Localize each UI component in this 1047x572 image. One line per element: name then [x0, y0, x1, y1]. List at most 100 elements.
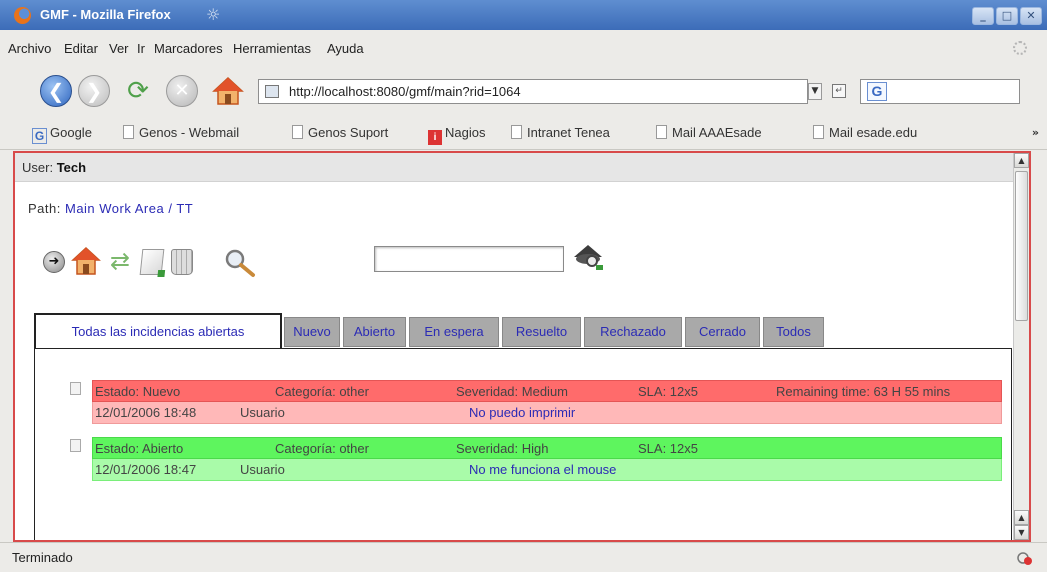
refresh-icon[interactable]: ⇄ — [105, 245, 135, 277]
incident-detail-row[interactable]: 12/01/2006 18:47 Usuario No me funciona … — [92, 459, 1002, 481]
forward-button[interactable]: ❯ — [78, 75, 110, 107]
bookmark-label: Mail esade.edu — [829, 125, 918, 140]
bookmark-intranet-tenea[interactable]: Intranet Tenea — [511, 125, 610, 140]
bookmark-page-icon — [123, 125, 134, 139]
advanced-search-icon[interactable] — [570, 239, 606, 273]
incident-subject-link[interactable]: No me funciona el mouse — [469, 459, 616, 480]
document-icon — [70, 382, 81, 395]
incident-subject-link[interactable]: No puedo imprimir — [469, 402, 575, 423]
menu-marcadores[interactable]: Marcadores — [154, 41, 223, 56]
incident-user: Usuario — [240, 462, 285, 477]
tab-rechazado[interactable]: Rechazado — [584, 317, 682, 347]
bookmark-mail-esade[interactable]: Mail esade.edu — [813, 125, 917, 140]
window-title: GMF - Mozilla Firefox — [40, 7, 171, 22]
path-label: Path: — [28, 201, 61, 216]
security-icon[interactable] — [1017, 550, 1033, 566]
home-icon — [212, 76, 244, 105]
user-bar: User: Tech — [15, 153, 1029, 182]
home-button[interactable] — [212, 75, 244, 107]
back-button[interactable]: ❮ — [40, 75, 72, 107]
web-search-box[interactable]: G — [860, 79, 1020, 104]
incident-category: Categoría: other — [275, 384, 369, 399]
new-document-icon[interactable] — [139, 249, 165, 275]
incident-header-row[interactable]: Estado: Nuevo Categoría: other Severidad… — [92, 380, 1002, 402]
url-dropdown-button[interactable]: ▼ — [808, 83, 822, 100]
go-arrow-icon[interactable]: ➜ — [43, 251, 65, 273]
bookmarks-toolbar: G Google Genos - Webmail Genos Suport i Na… — [0, 116, 1047, 150]
status-text: Terminado — [12, 550, 73, 565]
bookmark-label: Nagios — [445, 125, 486, 140]
trash-icon[interactable] — [171, 249, 193, 275]
incident-detail-row[interactable]: 12/01/2006 18:48 Usuario No puedo imprim… — [92, 402, 1002, 424]
status-bar: Terminado — [0, 542, 1047, 572]
incident-header-row[interactable]: Estado: Abierto Categoría: other Severid… — [92, 437, 1002, 459]
bookmark-mail-aaaesade[interactable]: Mail AAAEsade — [656, 125, 762, 140]
tab-en-espera[interactable]: En espera — [409, 317, 499, 347]
bookmark-page-icon — [656, 125, 667, 139]
tab-nuevo[interactable]: Nuevo — [284, 317, 340, 347]
menu-editar[interactable]: Editar — [64, 41, 98, 56]
user-label: User: — [22, 160, 54, 175]
menu-ir[interactable]: Ir — [137, 41, 145, 56]
browser-window: GMF - Mozilla Firefox ☼ _ □ ✕ Archivo Ed… — [0, 0, 1047, 572]
incident-sla: SLA: 12x5 — [638, 384, 698, 399]
bookmark-label: Google — [50, 125, 92, 140]
incident-user: Usuario — [240, 405, 285, 420]
incident-list-panel: Estado: Nuevo Categoría: other Severidad… — [34, 348, 1012, 540]
bookmark-label: Intranet Tenea — [527, 125, 610, 140]
bookmark-page-icon — [813, 125, 824, 139]
go-icon[interactable]: ↵ — [832, 84, 846, 98]
reload-button[interactable]: ⟳ — [122, 75, 154, 107]
menu-archivo[interactable]: Archivo — [8, 41, 51, 56]
maximize-button[interactable]: □ — [996, 7, 1018, 25]
tab-resuelto[interactable]: Resuelto — [502, 317, 581, 347]
vertical-scrollbar[interactable]: ▲ ▲ ▼ — [1013, 153, 1029, 540]
incident-severity: Severidad: Medium — [456, 384, 568, 399]
google-icon: G — [32, 128, 47, 144]
incident-date: 12/01/2006 18:48 — [95, 405, 197, 420]
url-text[interactable]: http://localhost:8080/gmf/main?rid=1064 — [289, 84, 521, 99]
menu-ver[interactable]: Ver — [109, 41, 129, 56]
tab-cerrado[interactable]: Cerrado — [685, 317, 760, 347]
breadcrumb: Path: Main Work Area / TT — [28, 201, 193, 216]
scrollbar-thumb[interactable] — [1015, 171, 1028, 321]
incident-date: 12/01/2006 18:47 — [95, 462, 197, 477]
url-bar[interactable]: http://localhost:8080/gmf/main?rid=1064 — [258, 79, 808, 104]
scroll-up-button-lower[interactable]: ▲ — [1014, 510, 1029, 525]
stop-button[interactable]: ✕ — [166, 75, 198, 107]
menu-ayuda[interactable]: Ayuda — [327, 41, 364, 56]
bookmark-genos-suport[interactable]: Genos Suport — [292, 125, 388, 140]
search-icon[interactable] — [223, 247, 257, 279]
bookmarks-overflow-icon[interactable]: » — [1032, 126, 1039, 139]
tab-todos[interactable]: Todos — [763, 317, 824, 347]
scroll-down-button[interactable]: ▼ — [1014, 525, 1029, 540]
title-swirl-icon: ☼ — [206, 5, 221, 24]
tab-abierto[interactable]: Abierto — [343, 317, 406, 347]
bookmark-label: Genos - Webmail — [139, 125, 240, 140]
incident-status: Estado: Abierto — [95, 441, 184, 456]
incident-status: Estado: Nuevo — [95, 384, 181, 399]
incident-severity: Severidad: High — [456, 441, 549, 456]
search-input[interactable] — [374, 246, 564, 272]
menu-bar: Archivo Editar Ver Ir Marcadores Herrami… — [0, 30, 1047, 66]
bookmark-google[interactable]: G Google — [32, 125, 92, 144]
home-icon[interactable] — [71, 245, 101, 277]
page-icon — [265, 85, 279, 98]
bookmark-page-icon — [511, 125, 522, 139]
close-button[interactable]: ✕ — [1020, 7, 1042, 25]
bookmark-label: Mail AAAEsade — [672, 125, 762, 140]
page-content: User: Tech Path: Main Work Area / TT ➜ ⇄ — [13, 151, 1031, 542]
incident-sla: SLA: 12x5 — [638, 441, 698, 456]
user-info: User: Tech — [22, 160, 86, 175]
google-search-icon[interactable]: G — [867, 82, 887, 101]
navigation-toolbar: ❮ ❯ ⟳ ✕ http://localhost:8080/gmf/main?r… — [0, 66, 1047, 116]
scroll-up-button[interactable]: ▲ — [1014, 153, 1029, 168]
menu-herramientas[interactable]: Herramientas — [233, 41, 311, 56]
minimize-button[interactable]: _ — [972, 7, 994, 25]
bookmark-genos-webmail[interactable]: Genos - Webmail — [123, 125, 239, 140]
bookmark-label: Genos Suport — [308, 125, 389, 140]
title-bar: GMF - Mozilla Firefox ☼ _ □ ✕ — [0, 0, 1047, 30]
tab-todas-abiertas[interactable]: Todas las incidencias abiertas — [34, 313, 282, 349]
bookmark-nagios[interactable]: i Nagios — [428, 125, 485, 145]
path-link[interactable]: Main Work Area / TT — [65, 201, 193, 216]
